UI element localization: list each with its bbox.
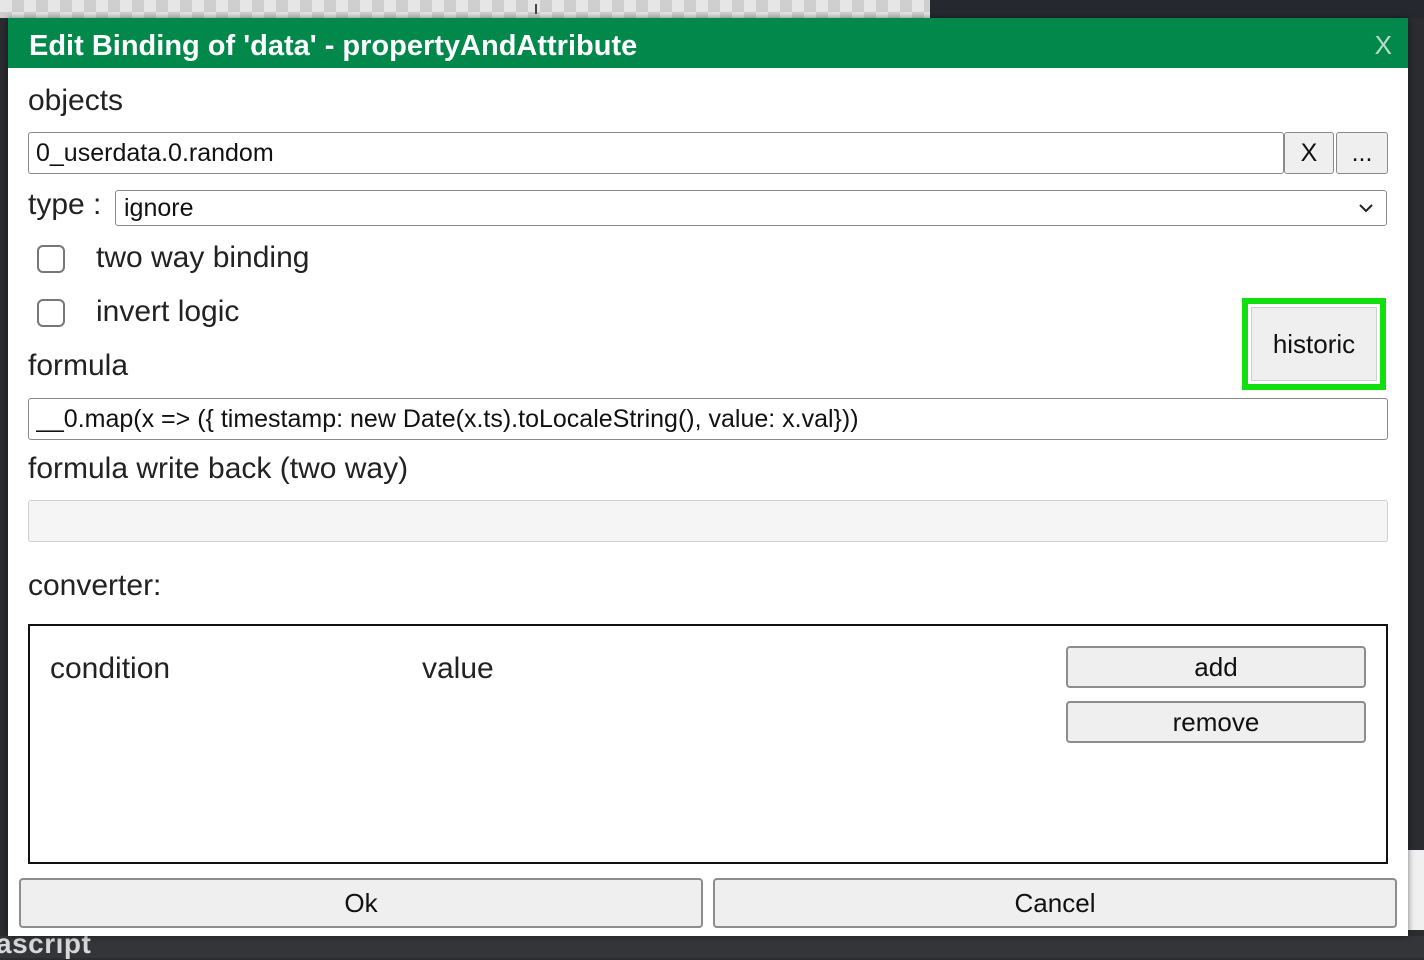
background-right-panel: [1408, 850, 1424, 930]
converter-remove-button[interactable]: remove: [1066, 701, 1366, 743]
objects-input[interactable]: [28, 132, 1284, 174]
objects-clear-button[interactable]: X: [1284, 132, 1334, 174]
historic-highlight: historic: [1242, 298, 1386, 390]
background-ruler-tick: [535, 4, 537, 14]
background-dark-panel: [930, 0, 1424, 18]
background-bottom-bar: [0, 936, 1424, 958]
converter-add-button[interactable]: add: [1066, 646, 1366, 688]
two-way-binding-label: two way binding: [96, 241, 310, 274]
formula-write-back-label: formula write back (two way): [28, 452, 409, 485]
formula-label: formula: [28, 349, 129, 382]
close-button[interactable]: X: [1375, 30, 1392, 61]
converter-column-value: value: [422, 652, 494, 685]
chevron-down-icon: [1359, 204, 1373, 213]
cancel-button[interactable]: Cancel: [713, 878, 1397, 928]
edit-binding-dialog: Edit Binding of 'data' - propertyAndAttr…: [8, 18, 1408, 936]
invert-logic-checkbox[interactable]: [37, 299, 65, 327]
converter-label: converter:: [28, 569, 162, 602]
background-canvas: [0, 0, 930, 18]
dialog-title: Edit Binding of 'data' - propertyAndAttr…: [29, 30, 638, 62]
historic-button[interactable]: historic: [1251, 307, 1377, 381]
objects-browse-button[interactable]: ...: [1336, 132, 1388, 174]
formula-input[interactable]: [28, 398, 1388, 440]
type-select[interactable]: ignore: [115, 190, 1387, 226]
two-way-binding-checkbox[interactable]: [37, 245, 65, 273]
type-selected-value: ignore: [124, 194, 194, 222]
invert-logic-label: invert logic: [96, 295, 240, 328]
ok-button[interactable]: Ok: [19, 878, 703, 928]
dialog-titlebar: Edit Binding of 'data' - propertyAndAttr…: [8, 18, 1408, 68]
type-label: type :: [28, 188, 102, 221]
formula-write-back-input[interactable]: [28, 500, 1388, 542]
objects-label: objects: [28, 84, 124, 117]
converter-column-condition: condition: [50, 652, 171, 685]
converter-table: condition value add remove: [28, 624, 1388, 864]
